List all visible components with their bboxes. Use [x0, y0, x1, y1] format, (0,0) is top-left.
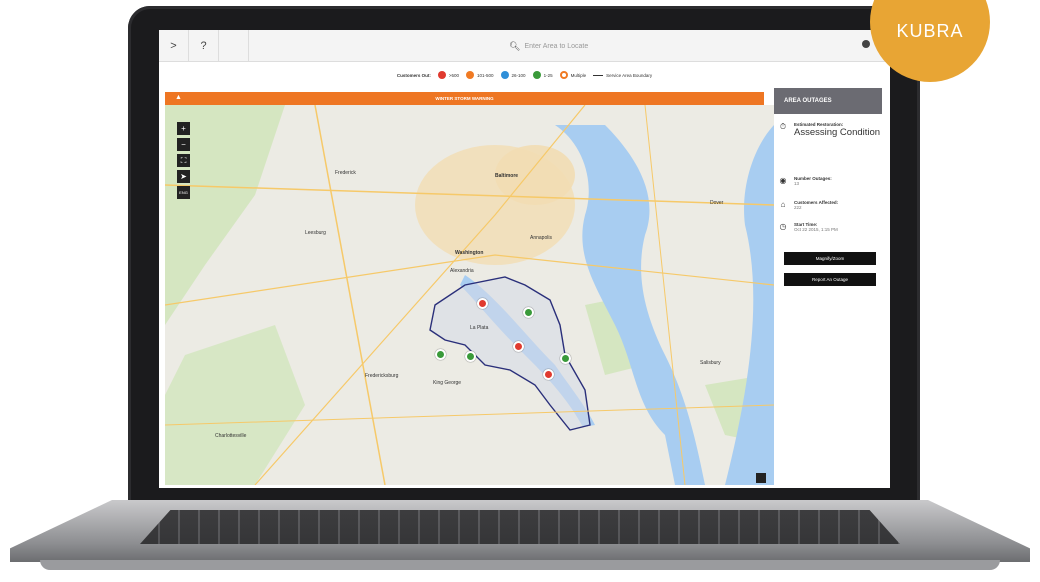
legend-item: Multiple	[559, 71, 586, 79]
map-label: Frederick	[335, 170, 356, 176]
legend-dot-icon	[500, 71, 509, 79]
laptop-keyboard	[140, 510, 900, 544]
legend-item: 101-500	[466, 71, 494, 79]
outage-marker[interactable]	[560, 353, 571, 364]
outage-marker[interactable]	[523, 307, 534, 318]
legend-title: Customers Out:	[396, 72, 431, 78]
zoom-in-button[interactable]: +	[177, 122, 190, 135]
restoration-row: ⏱ Estimated Restoration: Assessing Condi…	[778, 122, 880, 138]
map-label: Annapolis	[530, 235, 552, 241]
legend-dot-icon	[532, 71, 541, 79]
legend-item: 26-100	[500, 71, 526, 79]
search-placeholder: Enter Area to Locate	[524, 42, 589, 50]
map-label: King George	[433, 380, 462, 386]
legend-item: Service Area Boundary	[593, 73, 652, 78]
language-button[interactable]: ENG	[177, 186, 190, 199]
stopwatch-icon: ⏱	[779, 122, 787, 131]
outage-marker[interactable]	[465, 351, 476, 362]
magnify-zoom-button[interactable]: Magnify/Zoom	[784, 252, 876, 265]
clock-icon: ◷	[779, 222, 787, 231]
outages-label: Number Outages:	[794, 176, 832, 181]
outage-legend: Customers Out: >500 101-500 26-100 1-25 …	[159, 64, 890, 86]
laptop-mockup: > ? 🔍︎ Enter Area to Locate Customers Ou…	[0, 0, 1040, 582]
fullscreen-button[interactable]: ⛶	[177, 154, 190, 167]
storm-warning-banner[interactable]: ▲ WINTER STORM WARNING	[165, 92, 764, 105]
legend-dot-icon	[559, 71, 568, 79]
menu-button[interactable]: >	[159, 30, 189, 62]
start-time-row: ◷ Start Time: Oct 22 2015, 1:15 PM	[778, 222, 838, 232]
chevron-right-icon: >	[170, 40, 177, 52]
map-label: Leesburg	[305, 230, 326, 236]
outage-map[interactable]: + − ⛶ ➤ ENG Baltimore Washington Alexand…	[165, 105, 774, 485]
warning-icon: ▲	[175, 94, 182, 101]
area-outages-panel: AREA OUTAGES ⏱ Estimated Restoration: As…	[774, 88, 882, 485]
map-attribution-toggle[interactable]	[756, 473, 766, 483]
panel-header: AREA OUTAGES	[774, 88, 882, 114]
outage-marker[interactable]	[435, 349, 446, 360]
affected-value: 222	[794, 205, 802, 210]
map-label: Fredericksburg	[365, 373, 399, 379]
search-icon: 🔍︎	[509, 40, 521, 51]
boundary-line-icon	[593, 74, 604, 76]
laptop-foot	[40, 560, 1000, 570]
map-controls: + − ⛶ ➤ ENG	[177, 122, 190, 199]
report-outage-button[interactable]: Report An Outage	[784, 273, 876, 286]
warning-text: WINTER STORM WARNING	[435, 96, 494, 101]
affected-row: ⌂ Customers Affected: 222	[778, 200, 839, 210]
start-value: Oct 22 2015, 1:15 PM	[794, 227, 838, 232]
legend-dot-icon	[437, 71, 446, 79]
map-label: Alexandria	[450, 268, 474, 274]
outages-value: 13	[794, 181, 800, 186]
zoom-out-button[interactable]: −	[177, 138, 190, 151]
outage-marker[interactable]	[477, 298, 488, 309]
map-base	[165, 105, 774, 485]
kubra-logo-text: KUBRA	[896, 21, 964, 41]
outages-row: ◉ Number Outages: 13	[778, 176, 832, 186]
legend-dot-icon	[466, 71, 475, 79]
map-label: Charlottesville	[215, 433, 247, 439]
search-input[interactable]: 🔍︎ Enter Area to Locate	[509, 37, 869, 55]
location-pin-icon: ◉	[779, 176, 787, 185]
locate-button[interactable]: ➤	[177, 170, 190, 183]
locate-icon[interactable]	[862, 40, 870, 48]
top-bar: > ? 🔍︎ Enter Area to Locate	[159, 30, 890, 62]
toolbar-spacer	[219, 30, 249, 62]
map-label: Dover	[710, 200, 724, 206]
legend-item: >500	[437, 71, 459, 79]
help-icon: ?	[200, 40, 207, 52]
map-label: Baltimore	[495, 173, 519, 179]
map-label: Washington	[455, 250, 484, 256]
outage-marker[interactable]	[543, 369, 554, 380]
legend-item: 1-25	[532, 71, 553, 79]
map-label: Salisbury	[700, 360, 721, 366]
house-icon: ⌂	[780, 200, 786, 209]
restoration-value: Assessing Condition	[794, 127, 881, 138]
laptop-screen: > ? 🔍︎ Enter Area to Locate Customers Ou…	[159, 30, 890, 488]
help-button[interactable]: ?	[189, 30, 219, 62]
map-label: La Plata	[470, 325, 489, 331]
outage-marker[interactable]	[513, 341, 524, 352]
